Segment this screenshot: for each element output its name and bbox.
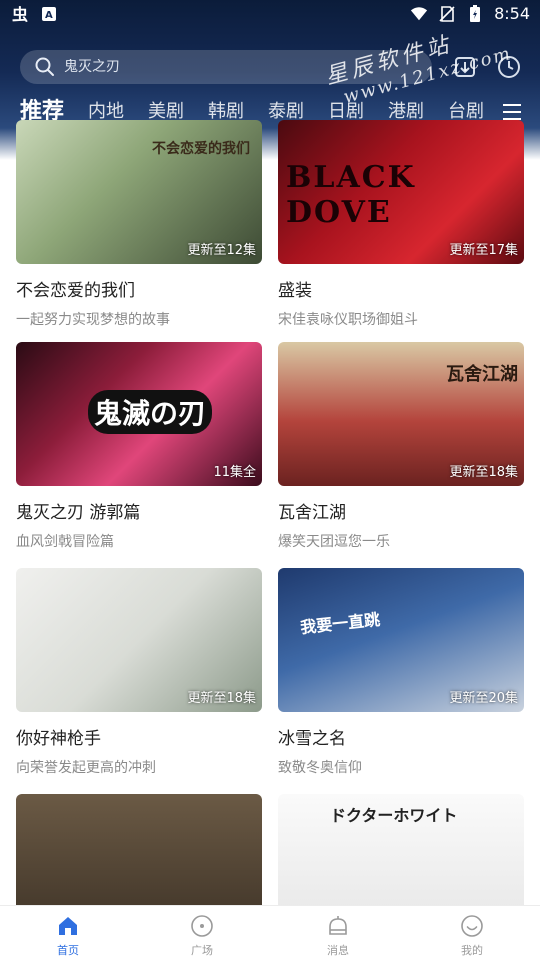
video-card[interactable]: 更新至18集 你好神枪手 向荣誉发起更高的冲刺 — [16, 568, 262, 777]
poster-text: BLACK DOVE — [286, 160, 416, 230]
episode-badge: 11集全 — [213, 465, 256, 480]
wifi-icon — [410, 6, 428, 20]
video-title[interactable]: 盛装 — [278, 276, 524, 301]
video-thumbnail[interactable]: 瓦舍江湖 更新至18集 — [278, 342, 524, 486]
video-subtitle: 宋佳袁咏仪职场御姐斗 — [278, 312, 418, 328]
video-thumbnail[interactable] — [16, 794, 262, 905]
video-subtitle: 一起努力实现梦想的故事 — [16, 312, 170, 328]
search-icon — [35, 57, 54, 76]
video-card[interactable]: 鬼滅の刃 11集全 鬼灭之刃 游郭篇 血风剑戟冒险篇 — [16, 342, 262, 551]
svg-text:A: A — [45, 10, 53, 21]
video-title[interactable]: 你好神枪手 — [16, 724, 262, 749]
poster-text: 不会恋爱的我们 — [152, 141, 250, 157]
episode-badge: 更新至12集 — [187, 243, 256, 258]
video-thumbnail[interactable]: BLACK DOVE 更新至17集 — [278, 120, 524, 264]
video-title[interactable]: 鬼灭之刃 游郭篇 — [16, 498, 262, 523]
video-thumbnail[interactable]: 更新至18集 — [16, 568, 262, 712]
menu-icon[interactable] — [502, 102, 522, 122]
nav-label: 广场 — [191, 944, 213, 957]
notification-icon: A — [42, 7, 56, 21]
home-icon — [59, 917, 77, 935]
app-logo-icon: 虫 — [12, 5, 28, 23]
message-icon — [329, 916, 347, 935]
poster-text: ドクターホワイト — [330, 806, 458, 825]
nav-profile[interactable]: 我的 — [432, 914, 512, 958]
plaza-icon — [191, 915, 213, 937]
poster-text: 瓦舍江湖 — [446, 364, 518, 385]
episode-badge: 更新至20集 — [449, 691, 518, 706]
video-thumbnail[interactable]: 我要一直跳 更新至20集 — [278, 568, 524, 712]
content-grid: 不会恋爱的我们 更新至12集 不会恋爱的我们 一起努力实现梦想的故事 BLACK… — [0, 120, 540, 905]
episode-badge: 更新至18集 — [187, 691, 256, 706]
video-subtitle: 血风剑戟冒险篇 — [16, 534, 114, 550]
video-title[interactable]: 瓦舍江湖 — [278, 498, 524, 523]
episode-badge: 更新至18集 — [449, 465, 518, 480]
video-thumbnail[interactable]: 不会恋爱的我们 更新至12集 — [16, 120, 262, 264]
no-sim-icon — [439, 5, 455, 22]
video-thumbnail[interactable]: ドクターホワイト — [278, 794, 524, 905]
nav-messages[interactable]: 消息 — [298, 914, 378, 958]
poster-text: 鬼滅の刃 — [88, 390, 213, 434]
video-title[interactable]: 不会恋爱的我们 — [16, 276, 262, 301]
video-card[interactable]: 不会恋爱的我们 更新至12集 不会恋爱的我们 一起努力实现梦想的故事 — [16, 120, 262, 329]
video-card[interactable] — [16, 794, 262, 905]
nav-label: 消息 — [327, 944, 349, 957]
nav-label: 首页 — [57, 944, 79, 957]
nav-home[interactable]: 首页 — [28, 914, 108, 958]
video-card[interactable]: ドクターホワイト — [278, 794, 524, 905]
episode-badge: 更新至17集 — [449, 243, 518, 258]
nav-plaza[interactable]: 广场 — [162, 914, 242, 958]
video-subtitle: 向荣誉发起更高的冲刺 — [16, 760, 156, 776]
svg-text:虫: 虫 — [12, 5, 28, 23]
video-card[interactable]: 我要一直跳 更新至20集 冰雪之名 致敬冬奥信仰 — [278, 568, 524, 777]
bottom-navigation: 首页 广场 消息 我的 — [0, 905, 540, 960]
video-card[interactable]: 瓦舍江湖 更新至18集 瓦舍江湖 爆笑天团逗您一乐 — [278, 342, 524, 551]
video-title[interactable]: 冰雪之名 — [278, 724, 524, 749]
video-subtitle: 爆笑天团逗您一乐 — [278, 534, 390, 550]
video-subtitle: 致敬冬奥信仰 — [278, 760, 362, 776]
profile-icon — [461, 915, 483, 937]
poster-text: 我要一直跳 — [299, 609, 381, 638]
nav-label: 我的 — [461, 944, 483, 957]
video-card[interactable]: BLACK DOVE 更新至17集 盛装 宋佳袁咏仪职场御姐斗 — [278, 120, 524, 329]
video-thumbnail[interactable]: 鬼滅の刃 11集全 — [16, 342, 262, 486]
